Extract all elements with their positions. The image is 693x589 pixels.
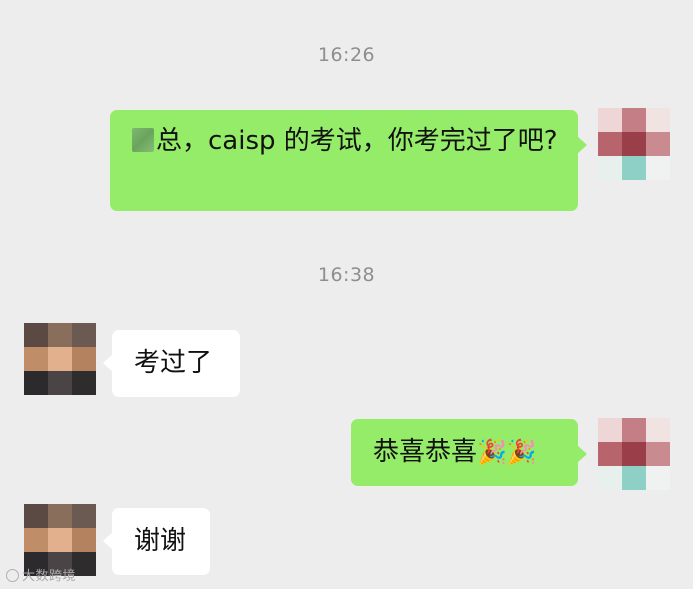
watermark-text: 大数跨境 xyxy=(22,569,77,584)
contact-avatar[interactable] xyxy=(24,323,96,395)
message-text: 考过了 xyxy=(134,348,213,378)
party-popper-icon: 🎉🎉 xyxy=(477,438,537,466)
outgoing-message-bubble[interactable]: 总，caisp 的考试，你考完过了吧? xyxy=(110,110,587,211)
chat-window: 16:26 总，caisp 的考试，你考完过了吧? 16:38 考过了 恭喜恭喜… xyxy=(0,0,693,589)
message-text: 谢谢 xyxy=(134,526,187,556)
my-avatar[interactable] xyxy=(598,108,670,180)
incoming-message-bubble[interactable]: 谢谢 xyxy=(103,508,210,575)
message-text: 总，caisp 的考试，你考完过了吧? xyxy=(156,126,558,156)
message-text: 恭喜恭喜 xyxy=(373,437,478,467)
watermark-logo-icon xyxy=(6,569,19,582)
timestamp: 16:38 xyxy=(317,264,376,286)
timestamp: 16:26 xyxy=(317,44,376,66)
my-avatar[interactable] xyxy=(598,418,670,490)
incoming-message-bubble[interactable]: 考过了 xyxy=(103,330,240,397)
redacted-name-block xyxy=(132,128,154,152)
outgoing-message-bubble[interactable]: 恭喜恭喜🎉🎉 xyxy=(351,419,587,486)
watermark: 大数跨境 xyxy=(6,565,76,584)
